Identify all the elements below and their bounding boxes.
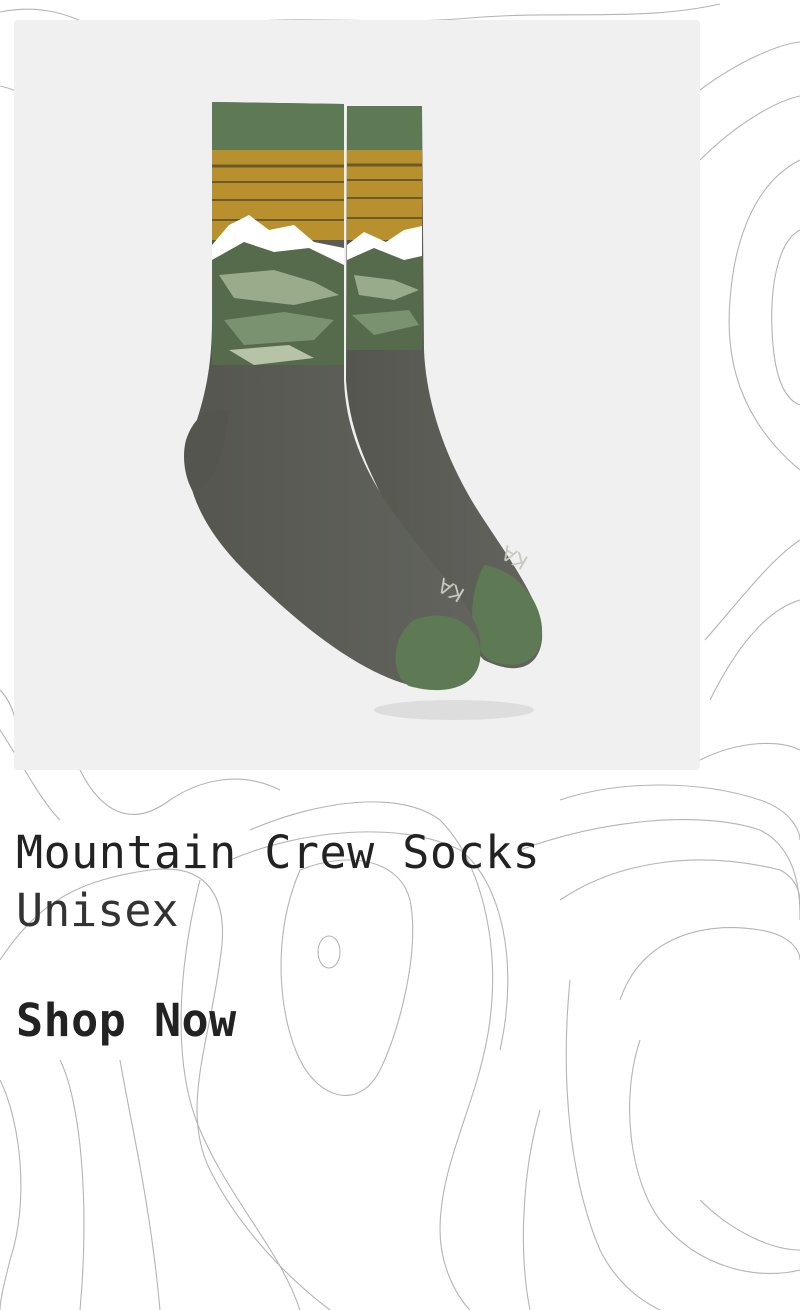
product-title[interactable]: Mountain Crew Socks <box>16 824 540 882</box>
front-sock <box>184 102 481 691</box>
product-info: Mountain Crew Socks Unisex <box>16 824 540 940</box>
product-image-card[interactable]: KA KA <box>14 20 700 770</box>
shop-now-link[interactable]: Shop Now <box>16 990 237 1052</box>
socks-image: KA KA <box>184 102 543 720</box>
product-subtitle: Unisex <box>16 884 179 937</box>
socks-shadow <box>374 700 534 720</box>
